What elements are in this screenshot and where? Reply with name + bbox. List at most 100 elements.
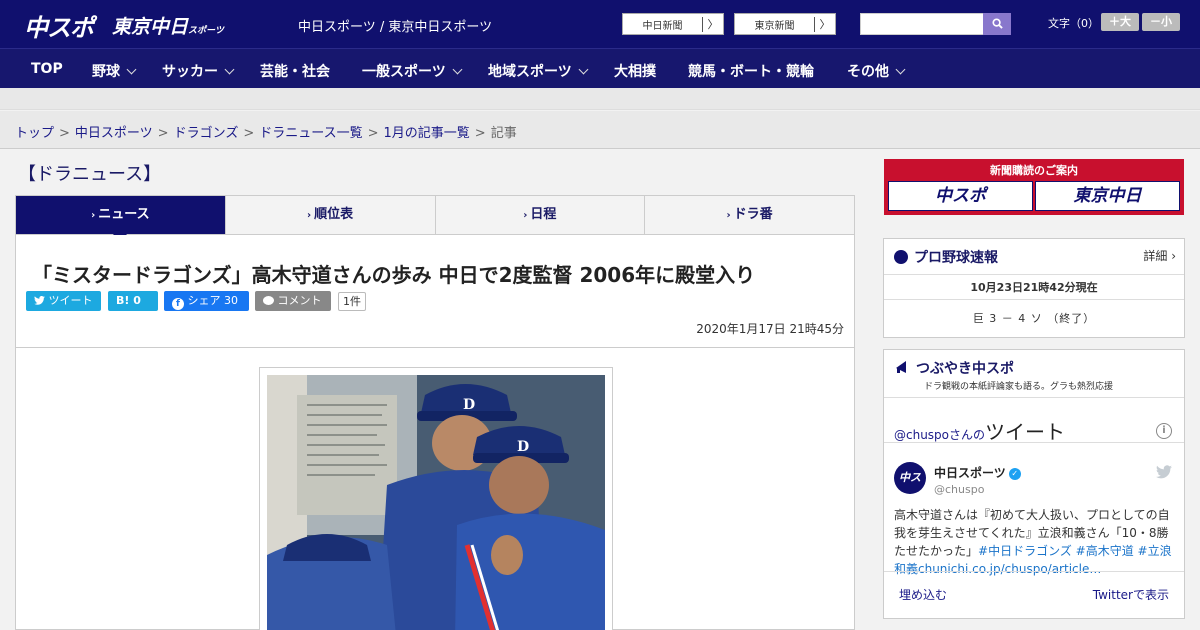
font-decrease-button[interactable]: －小 xyxy=(1142,13,1180,31)
main-nav: TOP 野球 サッカー 芸能・社会 一般スポーツ 地域スポーツ 大相撲 競馬・ボ… xyxy=(0,48,1200,88)
tokyo-shimbun-link[interactable]: 東京新聞 〉 xyxy=(734,13,836,35)
chevron-down-icon xyxy=(224,64,235,75)
tweet-button[interactable]: ツイート xyxy=(26,291,101,311)
font-increase-button[interactable]: ＋大 xyxy=(1101,13,1139,31)
chevron-right-icon: › xyxy=(307,210,312,221)
chunichi-shimbun-label: 中日新聞 xyxy=(623,16,703,32)
nav-item-label: 野球 xyxy=(92,64,120,80)
twitter-bird-icon xyxy=(34,295,45,305)
account-name-text: 中日スポーツ xyxy=(934,466,1006,480)
search-input[interactable] xyxy=(860,13,984,35)
nav-item-racing[interactable]: 競馬・ボート・競輪 xyxy=(688,61,814,81)
article-headline: 「ミスタードラゴンズ」高木守道さんの歩み 中日で2度監督 2006年に殿堂入り xyxy=(32,263,756,287)
tab-reporter[interactable]: › ドラ番 xyxy=(645,196,854,234)
verified-icon: ✓ xyxy=(1008,467,1021,480)
chevron-down-icon xyxy=(578,64,589,75)
tab-standings[interactable]: › 順位表 xyxy=(226,196,436,234)
breadcrumb-sep: > xyxy=(243,126,255,141)
tab-label: 順位表 xyxy=(314,207,354,222)
twitter-box: つぶやき中スポ ドラ観戦の本紙評論家も語る。グラも熱烈応援 @chuspoさんの… xyxy=(883,349,1185,619)
breadcrumb-sep: > xyxy=(157,126,169,141)
tweet-feed-user[interactable]: @chuspo xyxy=(894,428,949,442)
chevron-down-icon xyxy=(452,64,463,75)
comment-bubble-icon xyxy=(263,296,274,305)
nav-item-baseball[interactable]: 野球 xyxy=(92,61,137,81)
facebook-share-label: シェア 30 xyxy=(187,294,239,307)
top-header: 中スポ 東京中日スポーツ 中日スポーツ / 東京中日スポーツ 中日新聞 〉 東京… xyxy=(0,0,1200,48)
hatena-bookmark-button[interactable]: B! 0 xyxy=(108,291,158,311)
subscribe-tokyo-chunichi-button[interactable]: 東京中日 xyxy=(1035,181,1180,211)
site-title: 中日スポーツ / 東京中日スポーツ xyxy=(298,20,493,35)
megaphone-icon xyxy=(896,361,906,373)
nav-item-label: 地域スポーツ xyxy=(488,64,572,80)
embed-link[interactable]: 埋め込む xyxy=(899,586,947,603)
info-icon[interactable]: i xyxy=(1156,423,1172,439)
subscribe-chuspo-button[interactable]: 中スポ xyxy=(888,181,1033,211)
twitter-bird-icon[interactable] xyxy=(1156,465,1172,479)
divider xyxy=(884,299,1184,300)
svg-text:D: D xyxy=(463,397,475,413)
baseball-scores-box: プロ野球速報 詳細 › 10月23日21時42分現在 巨 3 － 4 ソ （終了… xyxy=(883,238,1185,338)
account-name[interactable]: 中日スポーツ ✓ xyxy=(934,464,1021,481)
article: 「ミスタードラゴンズ」高木守道さんの歩み 中日で2度監督 2006年に殿堂入り … xyxy=(15,235,855,630)
divider xyxy=(884,571,1184,572)
ad-strip xyxy=(0,88,1200,110)
photo-illustration: D D xyxy=(267,375,605,630)
nav-item-label: TOP xyxy=(31,61,63,77)
nav-item-soccer[interactable]: サッカー xyxy=(162,61,235,81)
breadcrumb-chuspo[interactable]: 中日スポーツ xyxy=(75,126,153,141)
nav-item-label: サッカー xyxy=(162,64,218,80)
breadcrumb-sep: > xyxy=(474,126,486,141)
comment-label: コメント xyxy=(277,294,322,307)
baseball-scores-title: プロ野球速報 xyxy=(894,247,998,267)
chevron-right-icon: › xyxy=(726,210,731,221)
subscription-banner[interactable]: 新聞購読のご案内 中スポ 東京中日 xyxy=(884,159,1184,215)
chuspo-logo[interactable]: 中スポ xyxy=(24,8,94,43)
breadcrumb-dragons[interactable]: ドラゴンズ xyxy=(174,126,239,141)
nav-item-top[interactable]: TOP xyxy=(31,61,63,77)
publish-date: 2020年1月17日 21時45分 xyxy=(696,322,844,336)
nav-item-label: 競馬・ボート・競輪 xyxy=(688,64,814,80)
nav-item-general-sports[interactable]: 一般スポーツ xyxy=(362,61,463,81)
chevron-right-icon: 〉 xyxy=(819,18,831,31)
search-button[interactable] xyxy=(983,13,1011,35)
article-photo[interactable]: D D xyxy=(267,375,605,630)
comment-button[interactable]: コメント xyxy=(255,291,331,311)
tab-news[interactable]: › ニュース xyxy=(16,196,226,242)
game-score[interactable]: 巨 3 － 4 ソ （終了） xyxy=(884,310,1184,326)
account-handle[interactable]: @chuspo xyxy=(934,483,984,496)
search-icon xyxy=(991,18,1003,29)
facebook-share-button[interactable]: f シェア 30 xyxy=(164,291,249,311)
nav-item-sumo[interactable]: 大相撲 xyxy=(614,61,656,81)
tokyo-chunichi-logo[interactable]: 東京中日スポーツ xyxy=(112,12,224,39)
tab-label: 日程 xyxy=(530,207,557,222)
comment-count[interactable]: 1件 xyxy=(338,292,366,311)
tab-schedule[interactable]: › 日程 xyxy=(436,196,646,234)
nav-item-regional-sports[interactable]: 地域スポーツ xyxy=(488,61,589,81)
tweet-feed-title: ツイート xyxy=(985,420,1066,444)
baseball-detail-link[interactable]: 詳細 › xyxy=(1143,247,1176,264)
breadcrumb-january[interactable]: 1月の記事一覧 xyxy=(384,126,470,141)
section-title: 【ドラニュース】 xyxy=(18,164,162,185)
baseball-icon xyxy=(894,250,908,264)
chevron-down-icon xyxy=(126,64,137,75)
tokyo-shimbun-label: 東京新聞 xyxy=(735,16,815,32)
tokyo-chunichi-logo-text: 東京中日 xyxy=(112,16,189,38)
tab-label: ニュース xyxy=(98,207,150,222)
nav-item-entertainment[interactable]: 芸能・社会 xyxy=(260,61,330,81)
avatar[interactable]: 中スポ xyxy=(894,462,926,516)
tab-label: ドラ番 xyxy=(733,207,773,222)
chevron-down-icon xyxy=(895,64,906,75)
chevron-right-icon: › xyxy=(91,210,96,221)
baseball-scores-title-text: プロ野球速報 xyxy=(914,250,998,266)
svg-text:D: D xyxy=(517,439,529,455)
view-on-twitter-link[interactable]: Twitterで表示 xyxy=(1093,586,1169,603)
twitter-box-title: つぶやき中スポ xyxy=(894,358,1014,378)
nav-item-label: 一般スポーツ xyxy=(362,64,446,80)
nav-item-other[interactable]: その他 xyxy=(847,61,906,81)
breadcrumb-dora-news[interactable]: ドラニュース一覧 xyxy=(259,126,362,141)
tweet-feed-header: @chuspoさんのツイート xyxy=(894,416,1065,445)
breadcrumb-sep: > xyxy=(59,126,70,141)
breadcrumb-top[interactable]: トップ xyxy=(15,126,54,141)
chunichi-shimbun-link[interactable]: 中日新聞 〉 xyxy=(622,13,724,35)
